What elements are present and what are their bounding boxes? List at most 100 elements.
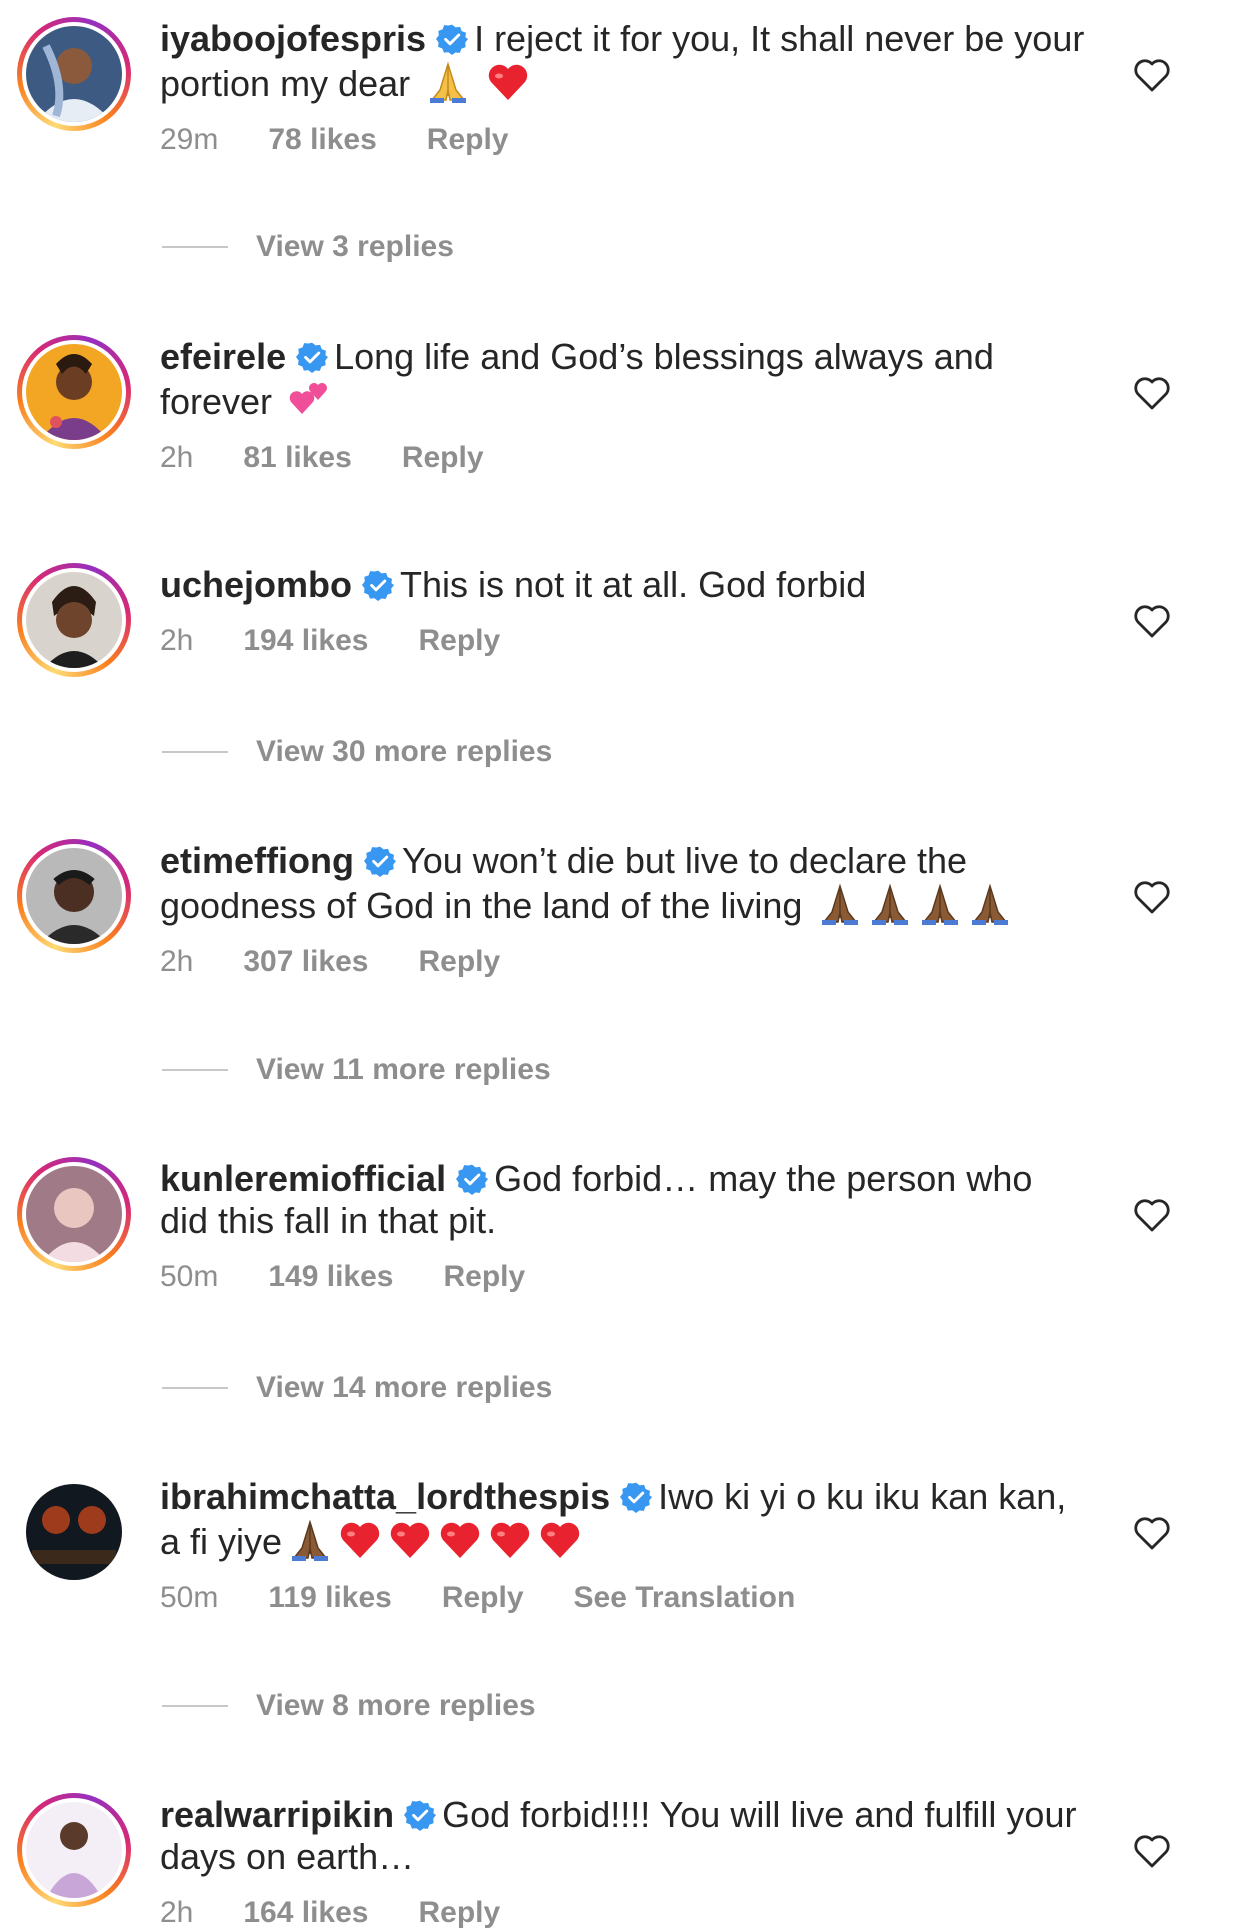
avatar [26, 1484, 122, 1580]
comment-body: realwarripikin God forbid!!!! You will li… [160, 1794, 1090, 1930]
folded-hands-icon [292, 1519, 329, 1561]
view-replies-button[interactable]: View 11 more replies [162, 1053, 551, 1087]
likes-count[interactable]: 78 likes [268, 123, 376, 157]
likes-count[interactable]: 81 likes [243, 441, 351, 475]
like-heart-icon[interactable] [1132, 1831, 1172, 1871]
folded-hands-icon [922, 883, 959, 925]
view-replies-button[interactable]: View 14 more replies [162, 1371, 552, 1405]
red-heart-icon [490, 1522, 530, 1558]
avatar-story-ring[interactable] [17, 17, 131, 131]
username[interactable]: iyaboojofespris [160, 18, 426, 59]
comment-body: uchejombo This is not it at all. God forb… [160, 564, 1090, 658]
folded-hands-icon [430, 61, 467, 103]
avatar-story-ring[interactable] [17, 335, 131, 449]
username[interactable]: ibrahimchatta_lordthespis [160, 1476, 610, 1517]
username[interactable]: efeirele [160, 336, 286, 377]
avatar-frame [22, 340, 126, 444]
comment-text: uchejombo This is not it at all. God forb… [160, 564, 1090, 606]
comment-body: iyaboojofespris I reject it for you, It s… [160, 18, 1090, 157]
comment-message: This is not it at all. God forbid [400, 564, 867, 605]
likes-count[interactable]: 164 likes [243, 1896, 368, 1930]
divider-line [162, 1705, 228, 1707]
comment-body: kunleremiofficial God forbid… may the per… [160, 1158, 1090, 1294]
avatar [26, 26, 122, 122]
like-heart-icon[interactable] [1132, 373, 1172, 413]
comment-time: 2h [160, 624, 194, 657]
username[interactable]: realwarripikin [160, 1794, 394, 1835]
view-replies-button[interactable]: View 3 replies [162, 230, 454, 264]
like-heart-icon[interactable] [1132, 55, 1172, 95]
comment-meta: 2h 307 likes Reply [160, 945, 1090, 979]
comment-time: 2h [160, 1896, 194, 1929]
comment-time: 50m [160, 1581, 219, 1614]
likes-count[interactable]: 119 likes [268, 1581, 391, 1615]
likes-count[interactable]: 194 likes [243, 624, 368, 658]
red-heart-icon [390, 1522, 430, 1558]
reply-button[interactable]: Reply [427, 123, 509, 157]
comment-body: efeirele Long life and God’s blessings al… [160, 336, 1090, 475]
reply-button[interactable]: Reply [402, 441, 484, 475]
comment-meta: 50m 119 likes Reply See Translation [160, 1581, 1090, 1615]
divider-line [162, 1069, 228, 1071]
like-heart-icon[interactable] [1132, 1195, 1172, 1235]
comment-text: ibrahimchatta_lordthespis Iwo ki yi o ku … [160, 1476, 1090, 1563]
view-replies-label: View 11 more replies [256, 1053, 551, 1086]
like-heart-icon[interactable] [1132, 601, 1172, 641]
verified-badge-icon [404, 1800, 437, 1831]
reply-button[interactable]: Reply [442, 1581, 524, 1615]
avatar-story-ring[interactable] [17, 563, 131, 677]
avatar [26, 572, 122, 668]
avatar [26, 1166, 122, 1262]
likes-count[interactable]: 307 likes [243, 945, 368, 979]
comment-body: etimeffiong You won’t die but live to dec… [160, 840, 1090, 979]
avatar-story-ring[interactable] [17, 839, 131, 953]
see-translation-button[interactable]: See Translation [574, 1581, 796, 1615]
comment-time: 29m [160, 123, 219, 156]
comment-meta: 2h 194 likes Reply [160, 624, 1090, 658]
comment-text: iyaboojofespris I reject it for you, It s… [160, 18, 1090, 105]
avatar-frame [22, 22, 126, 126]
view-replies-button[interactable]: View 8 more replies [162, 1689, 536, 1723]
divider-line [162, 1387, 228, 1389]
red-heart-icon [440, 1522, 480, 1558]
verified-badge-icon [362, 570, 395, 601]
avatar [26, 848, 122, 944]
red-heart-icon [488, 64, 528, 100]
reply-button[interactable]: Reply [419, 1896, 501, 1930]
reply-button[interactable]: Reply [419, 945, 501, 979]
avatar [26, 344, 122, 440]
like-heart-icon[interactable] [1132, 1513, 1172, 1553]
verified-badge-icon [296, 342, 329, 373]
like-heart-icon[interactable] [1132, 877, 1172, 917]
likes-count[interactable]: 149 likes [268, 1260, 393, 1294]
comment-time: 50m [160, 1260, 219, 1293]
comment-body: ibrahimchatta_lordthespis Iwo ki yi o ku … [160, 1476, 1090, 1615]
comment-time: 2h [160, 945, 194, 978]
reply-button[interactable]: Reply [419, 624, 501, 658]
divider-line [162, 246, 228, 248]
folded-hands-icon [972, 883, 1009, 925]
comment-text: etimeffiong You won’t die but live to dec… [160, 840, 1090, 927]
verified-badge-icon [436, 24, 469, 55]
avatar-ring[interactable] [17, 1475, 131, 1589]
comment-text: efeirele Long life and God’s blessings al… [160, 336, 1090, 423]
username[interactable]: kunleremiofficial [160, 1158, 446, 1199]
comment-text: kunleremiofficial God forbid… may the per… [160, 1158, 1090, 1242]
verified-badge-icon [620, 1482, 653, 1513]
reply-button[interactable]: Reply [443, 1260, 525, 1294]
view-replies-button[interactable]: View 30 more replies [162, 735, 552, 769]
two-hearts-icon [289, 383, 328, 414]
view-replies-label: View 3 replies [256, 230, 454, 263]
username[interactable]: uchejombo [160, 564, 352, 605]
comment-meta: 2h 81 likes Reply [160, 441, 1090, 475]
avatar-story-ring[interactable] [17, 1157, 131, 1271]
avatar-frame [22, 844, 126, 948]
view-replies-label: View 30 more replies [256, 735, 553, 768]
verified-badge-icon [456, 1164, 489, 1195]
avatar-story-ring[interactable] [17, 1793, 131, 1907]
avatar-frame [22, 1480, 126, 1584]
comment-text: realwarripikin God forbid!!!! You will li… [160, 1794, 1090, 1878]
red-heart-icon [340, 1522, 380, 1558]
username[interactable]: etimeffiong [160, 840, 354, 881]
avatar-frame [22, 568, 126, 672]
